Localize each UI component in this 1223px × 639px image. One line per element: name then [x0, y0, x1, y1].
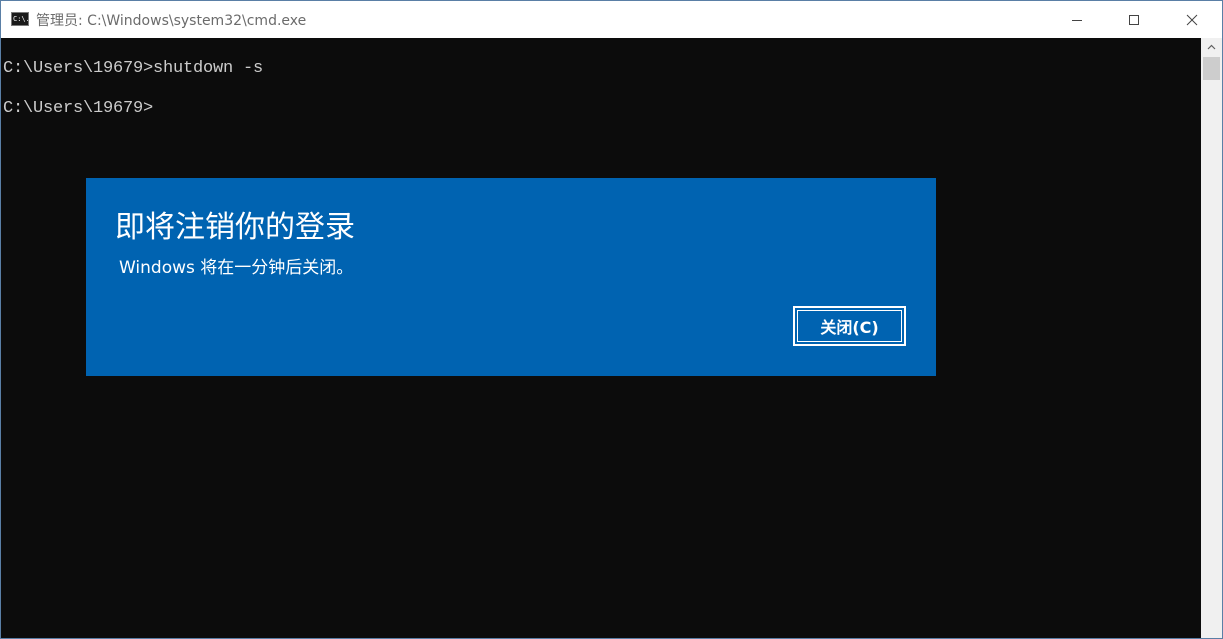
console-line: C:\Users\19679>shutdown -s: [3, 59, 264, 78]
maximize-icon: [1129, 14, 1139, 25]
maximize-button[interactable]: [1105, 1, 1163, 38]
close-icon: [1186, 14, 1198, 25]
minimize-button[interactable]: [1048, 1, 1106, 38]
dialog-message: Windows 将在一分钟后关闭。: [119, 258, 354, 278]
cmd-icon[interactable]: C:\.: [11, 12, 29, 26]
logoff-dialog: 即将注销你的登录 Windows 将在一分钟后关闭。 关闭(C): [86, 178, 936, 376]
chevron-up-icon: [1207, 44, 1216, 49]
dialog-title: 即将注销你的登录: [115, 210, 355, 245]
window-title: 管理员: C:\Windows\system32\cmd.exe: [36, 13, 307, 29]
close-window-button[interactable]: [1163, 1, 1221, 38]
close-dialog-button-label: 关闭(C): [797, 310, 902, 342]
scroll-up-button[interactable]: [1201, 38, 1222, 55]
title-bar[interactable]: C:\. 管理员: C:\Windows\system32\cmd.exe: [1, 1, 1222, 38]
cmd-window: C:\. 管理员: C:\Windows\system32\cmd.exe C:…: [0, 0, 1223, 639]
minimize-icon: [1072, 19, 1082, 21]
vertical-scrollbar[interactable]: [1201, 38, 1222, 638]
console-prompt: C:\Users\19679>: [3, 99, 154, 118]
close-dialog-button[interactable]: 关闭(C): [793, 306, 906, 346]
scroll-thumb[interactable]: [1203, 57, 1220, 80]
